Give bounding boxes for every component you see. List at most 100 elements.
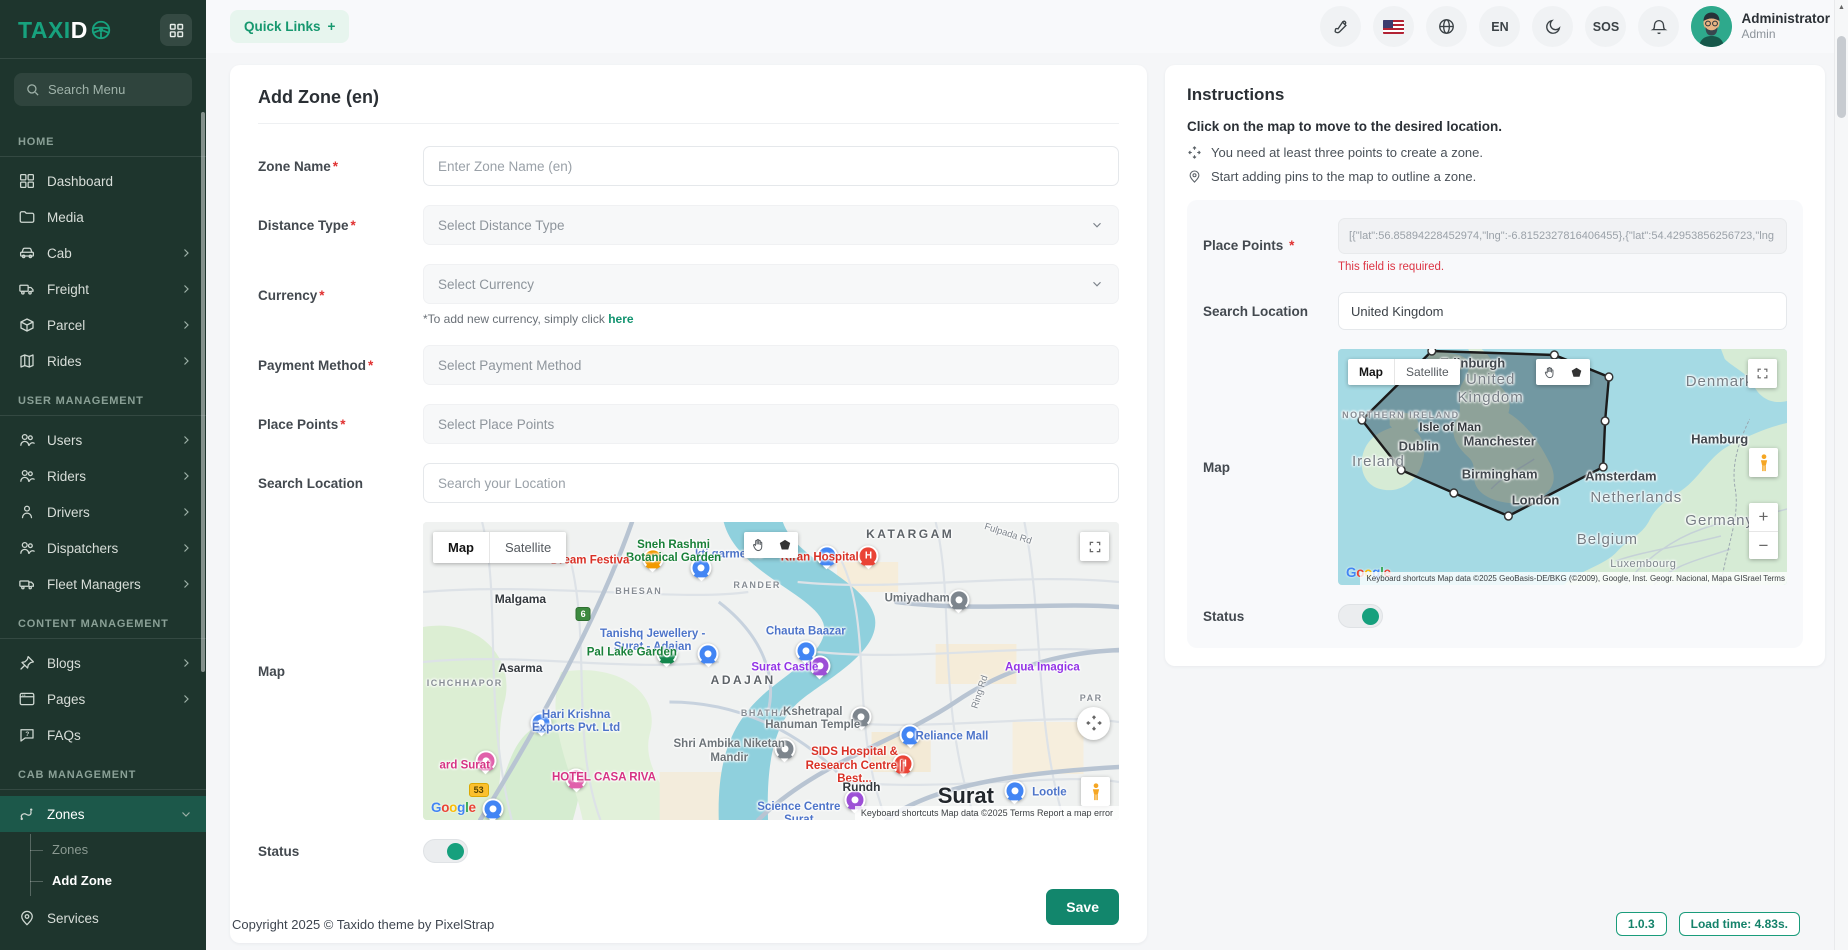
instructions-intro: Click on the map to move to the desired … [1187,119,1803,134]
scroll-up-arrow[interactable]: ▲ [1838,4,1845,11]
map-pin[interactable]: H [858,545,879,566]
payment-method-label: Payment Method [258,358,366,373]
map-type-map-button[interactable]: Map [1348,359,1394,385]
map-type-satellite-button[interactable]: Satellite [1394,359,1460,385]
currency-select[interactable]: Select Currency [423,264,1119,304]
sidebar-item-blogs[interactable]: Blogs [0,645,206,681]
sidebar-item-faqs[interactable]: ?FAQs [0,717,206,753]
sidebar-item-cab[interactable]: Cab [0,235,206,271]
sidebar-item-pages[interactable]: Pages [0,681,206,717]
chevron-right-icon [180,355,192,367]
language-label: EN [1491,20,1508,34]
zoom-in-button[interactable]: + [1749,503,1778,531]
zone-name-input[interactable] [423,146,1119,186]
globe-button[interactable] [1426,6,1467,47]
sidebar-search[interactable]: Search Menu [14,73,192,106]
scrollbar-thumb[interactable] [1837,36,1846,118]
currency-row: Currency* Select Currency *To add new cu… [258,264,1119,326]
map-pin[interactable] [482,798,503,819]
map-pin[interactable] [566,769,587,790]
sidebar-item-services[interactable]: Services [0,900,206,936]
sos-button[interactable]: SOS [1585,6,1626,47]
map-pin[interactable] [1004,781,1025,802]
chevron-down-icon [1090,277,1104,291]
sidebar-item-riders[interactable]: Riders [0,458,206,494]
map-pin[interactable]: H [893,754,914,775]
fullscreen-button[interactable] [1748,359,1777,388]
map-pin[interactable] [809,655,830,676]
sidebar-item-freight[interactable]: Freight [0,271,206,307]
add-currency-link[interactable]: here [608,312,633,326]
surat-map[interactable]: Map Satellite Google Keyboard sh [423,522,1119,820]
polygon-tool-button[interactable] [771,532,798,558]
search-location-input[interactable] [423,463,1119,503]
theme-brush-button[interactable] [1320,6,1361,47]
place-points-value-input[interactable] [1338,218,1787,254]
quick-links-button[interactable]: Quick Links + [230,10,349,43]
map-pin[interactable] [691,557,712,578]
sidebar-item-users[interactable]: Users [0,422,206,458]
language-button[interactable]: EN [1479,6,1520,47]
sidebar-item-drivers[interactable]: Drivers [0,494,206,530]
sidebar-item-zones[interactable]: Zones [0,796,206,832]
map-label: Manchester [1464,434,1536,449]
place-points-select[interactable]: Select Place Points [423,404,1119,444]
zoom-out-button[interactable]: − [1749,531,1778,559]
pegman-button[interactable] [1749,448,1778,477]
sidebar-item-dispatchers[interactable]: Dispatchers [0,530,206,566]
distance-type-placeholder: Select Distance Type [438,218,565,233]
zone-status-toggle[interactable] [1338,604,1383,628]
payment-method-select[interactable]: Select Payment Method [423,345,1119,385]
fullscreen-button[interactable] [1080,532,1109,561]
notifications-button[interactable] [1638,6,1679,47]
payment-method-row: Payment Method* Select Payment Method [258,345,1119,385]
map-pin[interactable] [816,545,837,566]
polygon-tool-button[interactable] [1563,359,1590,385]
sidebar-scrollbar[interactable] [201,112,205,672]
zones-icon [18,805,36,823]
map-pin[interactable] [774,739,795,760]
map-label: Isle of Man [1419,420,1481,434]
instruction-bullet: You need at least three points to create… [1187,145,1803,160]
hand-tool-button[interactable] [1536,359,1563,385]
user-menu[interactable]: Administrator Admin [1691,6,1830,47]
map-pin[interactable] [900,724,921,745]
sidebar-item-dashboard[interactable]: Dashboard [0,163,206,199]
zone-search-location-input[interactable] [1338,292,1787,330]
menu-grid-button[interactable] [160,14,192,46]
dark-mode-button[interactable] [1532,6,1573,47]
currency-helper: *To add new currency, simply click here [423,312,1119,326]
uk-zone-map[interactable]: Map Satellite + [1338,349,1787,585]
map-pin[interactable] [851,706,872,727]
sidebar-subitem-zones[interactable]: Zones [0,834,206,865]
distance-type-select[interactable]: Select Distance Type [423,205,1119,245]
status-toggle[interactable] [423,839,468,863]
pegman-button[interactable] [1081,777,1110,806]
sidebar-item-parcel[interactable]: Parcel [0,307,206,343]
brand-name-green: TAXI [18,17,71,44]
cab-icon [18,244,36,262]
map-type-satellite-button[interactable]: Satellite [489,532,566,563]
hand-tool-button[interactable] [744,532,771,558]
map-pin[interactable] [698,643,719,664]
map-pin[interactable] [475,751,496,772]
sidebar-item-label: Media [47,210,192,225]
flag-button[interactable] [1373,6,1414,47]
map-pin[interactable] [656,643,677,664]
sidebar-item-media[interactable]: Media [0,199,206,235]
brand-name-white: D [71,17,88,44]
steering-wheel-icon [88,19,112,41]
required-asterisk: * [1289,238,1294,253]
sidebar-item-rides[interactable]: Rides [0,343,206,379]
map-pin[interactable] [642,548,663,569]
map-type-map-button[interactable]: Map [433,532,489,563]
map-pin[interactable] [948,590,969,611]
brand-logo[interactable]: TAXID [18,17,112,44]
map-pin[interactable] [531,712,552,733]
chevron-right-icon [180,283,192,295]
sidebar-item-fleet-managers[interactable]: Fleet Managers [0,566,206,602]
search-location-row: Search Location [258,463,1119,503]
pan-control[interactable] [1077,707,1110,740]
page-scrollbar[interactable]: ▲ [1834,0,1848,950]
sidebar-subitem-add-zone[interactable]: Add Zone [0,865,206,896]
